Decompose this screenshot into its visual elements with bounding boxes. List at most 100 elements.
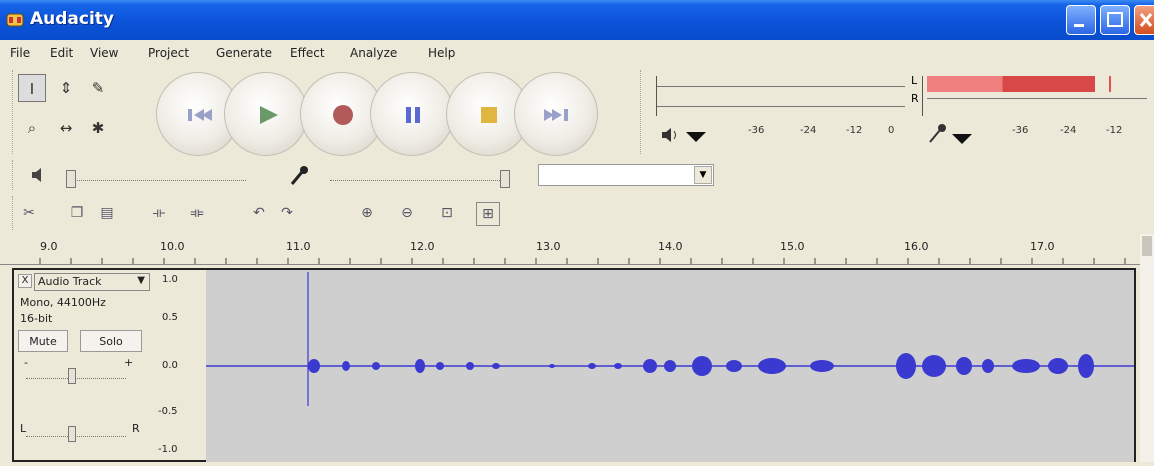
pan-left-label: L [20,422,27,435]
meter-toolbar-grip[interactable] [640,70,643,154]
menu-help[interactable]: Help [428,46,455,60]
amplitude-scale: 1.0 0.5 0.0 -0.5 -1.0 [156,270,204,462]
timeline-ruler[interactable]: 9.0 10.0 11.0 12.0 13.0 14.0 15.0 16.0 1… [0,234,1140,265]
input-meter-menu-icon[interactable] [950,132,974,146]
ruler-tick: 17.0 [1030,240,1055,253]
copy-icon[interactable]: ❐ [66,202,88,224]
gain-slider-thumb[interactable] [68,368,76,384]
microphone-icon [929,124,946,143]
right-channel-label: R [911,92,919,105]
output-tick: -24 [800,125,817,136]
pan-right-label: R [132,422,140,435]
track-bit-depth: 16-bit [20,312,53,325]
chevron-down-icon[interactable]: ▼ [694,166,712,184]
input-source-dropdown[interactable]: ▼ [538,164,714,186]
multi-tool-icon[interactable]: ✱ [84,114,112,142]
scale-label: 0.0 [162,360,178,371]
menu-project[interactable]: Project [148,46,189,60]
zoom-tool-icon[interactable]: ⌕ [18,114,46,142]
fit-selection-icon[interactable]: ⊡ [436,202,458,224]
input-volume-thumb[interactable] [500,170,510,188]
output-tick: -36 [748,125,765,136]
input-volume-slider[interactable] [330,180,510,181]
input-tick: -24 [1060,125,1077,136]
speaker-icon [662,128,676,142]
track-name: Audio Track [38,275,102,288]
toolbar-grip[interactable] [12,70,15,154]
maximize-icon [1107,12,1123,27]
pause-button[interactable] [370,72,454,156]
menu-edit[interactable]: Edit [50,46,73,60]
draw-tool-icon[interactable]: ✎ [84,74,112,102]
input-tick: -36 [1012,125,1029,136]
gain-plus-label: + [124,356,134,369]
ruler-tick: 10.0 [160,240,185,253]
menu-generate[interactable]: Generate [216,46,272,60]
scale-label: 0.5 [162,312,178,323]
track-menu-button[interactable]: Audio Track ▼ [34,273,150,291]
vertical-scrollbar[interactable] [1140,234,1154,462]
audacity-app-icon [6,13,24,27]
maximize-button[interactable] [1100,5,1130,35]
waveform [206,272,1134,406]
trim-icon[interactable]: ✂ [18,202,40,224]
pan-slider-thumb[interactable] [68,426,76,442]
menu-analyze[interactable]: Analyze [350,46,397,60]
output-volume-icon [32,168,41,182]
scale-label: -1.0 [158,444,178,455]
edit-toolbar-grip[interactable] [12,196,15,230]
skip-to-end-icon [544,109,568,121]
input-meter: L R [911,74,1149,116]
ruler-tick: 12.0 [410,240,435,253]
timeshift-tool-icon[interactable]: ↔ [52,114,80,142]
fit-project-icon[interactable]: ⊞ [476,202,500,226]
paste-icon[interactable]: ▤ [96,202,118,224]
left-channel-label: L [911,74,918,87]
ruler-tick: 16.0 [904,240,929,253]
envelope-tool-icon[interactable]: ⇕ [52,74,80,102]
output-tick: 0 [888,125,895,136]
skip-to-end-button[interactable] [514,72,598,156]
redo-icon[interactable]: ↷ [276,202,298,224]
trim-audio-icon[interactable]: ⟛ [148,202,170,224]
ruler-tick: 11.0 [286,240,311,253]
minimize-button[interactable] [1066,5,1096,35]
scroll-thumb[interactable] [1142,236,1152,256]
menu-effect[interactable]: Effect [290,46,325,60]
pan-slider[interactable] [26,436,126,437]
waveform-area[interactable] [206,270,1134,462]
close-button[interactable] [1134,5,1154,35]
track-menu-arrow-icon: ▼ [137,275,145,286]
track-format: Mono, 44100Hz [20,296,106,309]
ruler-tick: 14.0 [658,240,683,253]
output-meter-menu-icon[interactable] [684,130,708,144]
silence-audio-icon[interactable]: ⟚ [186,202,208,224]
menu-file[interactable]: File [10,46,30,60]
solo-button[interactable]: Solo [80,330,142,352]
track-close-button[interactable]: X [18,274,32,288]
zoom-in-icon[interactable]: ⊕ [356,202,378,224]
window-title: Audacity [30,9,115,29]
gain-slider[interactable] [26,378,126,379]
selection-tool-icon[interactable]: I [18,74,46,102]
menu-bar: File Edit View Project Generate Effect A… [0,40,1154,66]
input-volume-icon [290,166,308,185]
minimize-icon [1074,24,1084,27]
close-icon [1139,13,1153,27]
output-tick: -12 [846,125,863,136]
ruler-tick: 15.0 [780,240,805,253]
ruler-minor-ticks [39,258,1126,264]
undo-icon[interactable]: ↶ [248,202,270,224]
scale-label: 1.0 [162,274,178,285]
mute-button[interactable]: Mute [18,330,68,352]
output-meter [656,76,905,116]
play-icon [260,106,278,124]
menu-view[interactable]: View [90,46,118,60]
output-volume-thumb[interactable] [66,170,76,188]
play-button[interactable] [224,72,308,156]
title-bar: Audacity [0,0,1154,40]
ruler-tick: 9.0 [40,240,58,253]
zoom-out-icon[interactable]: ⊖ [396,202,418,224]
mixer-toolbar-grip[interactable] [12,160,15,190]
output-volume-slider[interactable] [66,180,246,181]
